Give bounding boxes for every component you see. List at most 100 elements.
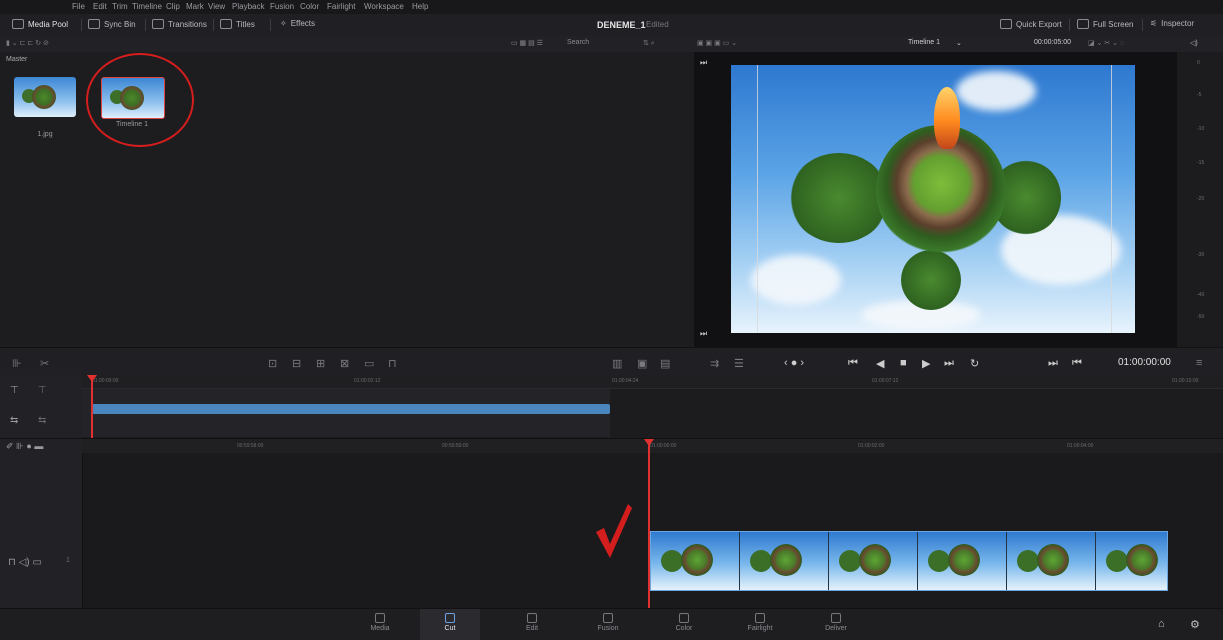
sort-icon[interactable]: ⇅ ⌕ [643,39,655,48]
tab-color[interactable]: Color [654,609,714,640]
sub-toolbar: ▮ ⌄ ⊏ ⊏ ↻ ⊘ ▭ ▦ ▤ ☰ Search ⇅ ⌕ ▣ ▣ ▣ ▭ ⌄… [0,36,1223,53]
source-overwrite-icon[interactable]: ⊓ [388,357,397,370]
effects-button[interactable]: ✧ Effects [280,19,315,28]
menu-playback[interactable]: Playback [232,2,264,11]
menu-edit[interactable]: Edit [93,2,107,11]
titles-button[interactable]: Titles [220,19,255,29]
menu-view[interactable]: View [208,2,225,11]
viewer-mode-icons[interactable]: ▣ ▣ ▣ ▭ ⌄ [697,39,737,47]
tab-deliver[interactable]: Deliver [806,609,866,640]
menu-icon[interactable]: ≡ [1196,357,1202,369]
lines-icon[interactable]: ☰ [734,357,744,370]
clip-thumbnail-1[interactable] [14,77,76,117]
tree-shape [750,550,772,572]
tree-shape [839,550,861,572]
full-screen-button[interactable]: Full Screen [1077,19,1133,29]
place-on-top-icon[interactable]: ▭ [364,357,374,370]
tree-bottom [901,250,961,310]
menu-help[interactable]: Help [412,2,428,11]
link-icon[interactable]: ⇆ [38,415,46,426]
tab-edit[interactable]: Edit [502,609,562,640]
ruler-tick: 01:00:02:12 [354,378,381,384]
play-reverse-icon[interactable]: ◀ [876,357,884,370]
menu-timeline[interactable]: Timeline [132,2,162,11]
stop-icon[interactable]: ■ [900,357,907,369]
quick-export-button[interactable]: Quick Export [1000,19,1062,29]
cloud-shape [956,71,1036,111]
tab-cut[interactable]: Cut [420,609,480,640]
go-to-start-icon[interactable]: ⏮ [848,357,858,370]
deliver-icon [831,613,841,623]
media-pool-label: Media Pool [28,19,69,29]
menu-workspace[interactable]: Workspace [364,2,404,11]
scissors-icon[interactable]: ✂ [40,357,49,370]
tab-fairlight[interactable]: Fairlight [730,609,790,640]
tree-shape [1017,550,1039,572]
menu-color[interactable]: Color [300,2,319,11]
home-icon[interactable]: ⌂ [1158,618,1165,630]
tab-edit-label: Edit [525,625,539,632]
track-controls-icon[interactable]: ⊓ ◁) ▭ [8,557,42,568]
upper-ruler[interactable]: 01:00:00:00 01:00:02:12 01:00:04:24 01:0… [82,375,1223,389]
snap-icon[interactable]: ⇆ [10,415,18,426]
tab-fusion[interactable]: Fusion [578,609,638,640]
planet-shape [948,544,980,576]
view-mode-icons[interactable]: ▭ ▦ ▤ ☰ [511,39,543,47]
tab-media[interactable]: Media [350,609,410,640]
clip-tools-icon[interactable]: ⊪ [12,357,22,370]
tab-media-label: Media [370,625,390,632]
audio-icon[interactable]: ◁) [1190,39,1198,47]
color-icon [679,613,689,623]
timeline-selector[interactable]: Timeline 1 [908,39,940,46]
search-field[interactable]: Search [567,39,589,46]
upper-playhead[interactable] [91,379,93,438]
menu-fairlight[interactable]: Fairlight [327,2,355,11]
timeline-chevron-icon[interactable]: ⌄ [956,39,962,47]
mark-in-icon[interactable]: ⏭ [1048,357,1058,370]
menu-fusion[interactable]: Fusion [270,2,294,11]
clip-frame [1007,532,1096,590]
media-pool-button[interactable]: Media Pool [12,19,68,29]
append-icon[interactable]: ⊟ [292,357,301,370]
viewer-panel: ⏭ ⏭ [694,52,1176,347]
upper-timeline-clip[interactable] [92,404,610,414]
fast-review-icon[interactable]: ⇉ [710,357,719,370]
go-to-end-icon[interactable]: ⏭ [944,357,954,370]
play-icon[interactable]: ▶ [922,357,930,370]
inspector-button[interactable]: ⚟ Inspector [1150,19,1194,28]
transitions-button[interactable]: Transitions [152,19,207,29]
meter-label: 0 [1197,60,1200,66]
source-tape-icon[interactable]: ▥ [612,357,622,370]
track-tools-icon[interactable]: ✐ ⊪ ● ▬ [6,441,43,452]
loop-icon[interactable]: ↻ [970,357,979,370]
jog-icon[interactable]: ‹ ● › [784,357,804,369]
mark-out-icon[interactable]: ⏮ [1072,357,1082,370]
menu-trim[interactable]: Trim [112,2,128,11]
top-toolbar: Media Pool Sync Bin Transitions Titles ✧… [0,14,1223,37]
viewer-option-icons[interactable]: ◪ ⌄ ✂ ⌄ ◌ [1088,39,1124,47]
titles-icon [220,19,232,29]
effects-label: Effects [290,19,316,28]
trim-tool-icon[interactable]: ⊤ [10,385,19,396]
smart-insert-icon[interactable]: ⊡ [268,357,277,370]
lower-playhead[interactable] [648,443,650,609]
dual-viewer-icon[interactable]: ▤ [660,357,670,370]
timeline-video-clip[interactable] [650,531,1168,591]
ripple-overwrite-icon[interactable]: ⊞ [316,357,325,370]
menu-clip[interactable]: Clip [166,2,180,11]
close-up-icon[interactable]: ⊠ [340,357,349,370]
fusion-icon [603,613,613,623]
pool-view-icons[interactable]: ▮ ⌄ ⊏ ⊏ ↻ ⊘ [6,39,49,47]
menu-file[interactable]: File [72,2,85,11]
divider [145,19,146,31]
lower-timeline-header: ✐ ⊪ ● ▬ ⊓ ◁) ▭ 1 [0,439,83,609]
menu-mark[interactable]: Mark [186,2,204,11]
in-point-icon[interactable]: ⏭ [700,58,707,68]
planet-shape [32,85,56,109]
timeline-viewer-icon[interactable]: ▣ [637,357,647,370]
split-icon[interactable]: ⊤ [38,385,47,396]
media-icon [375,613,385,623]
settings-gear-icon[interactable]: ⚙ [1190,618,1200,631]
sync-bin-button[interactable]: Sync Bin [88,19,136,29]
out-point-icon[interactable]: ⏭ [700,329,707,339]
